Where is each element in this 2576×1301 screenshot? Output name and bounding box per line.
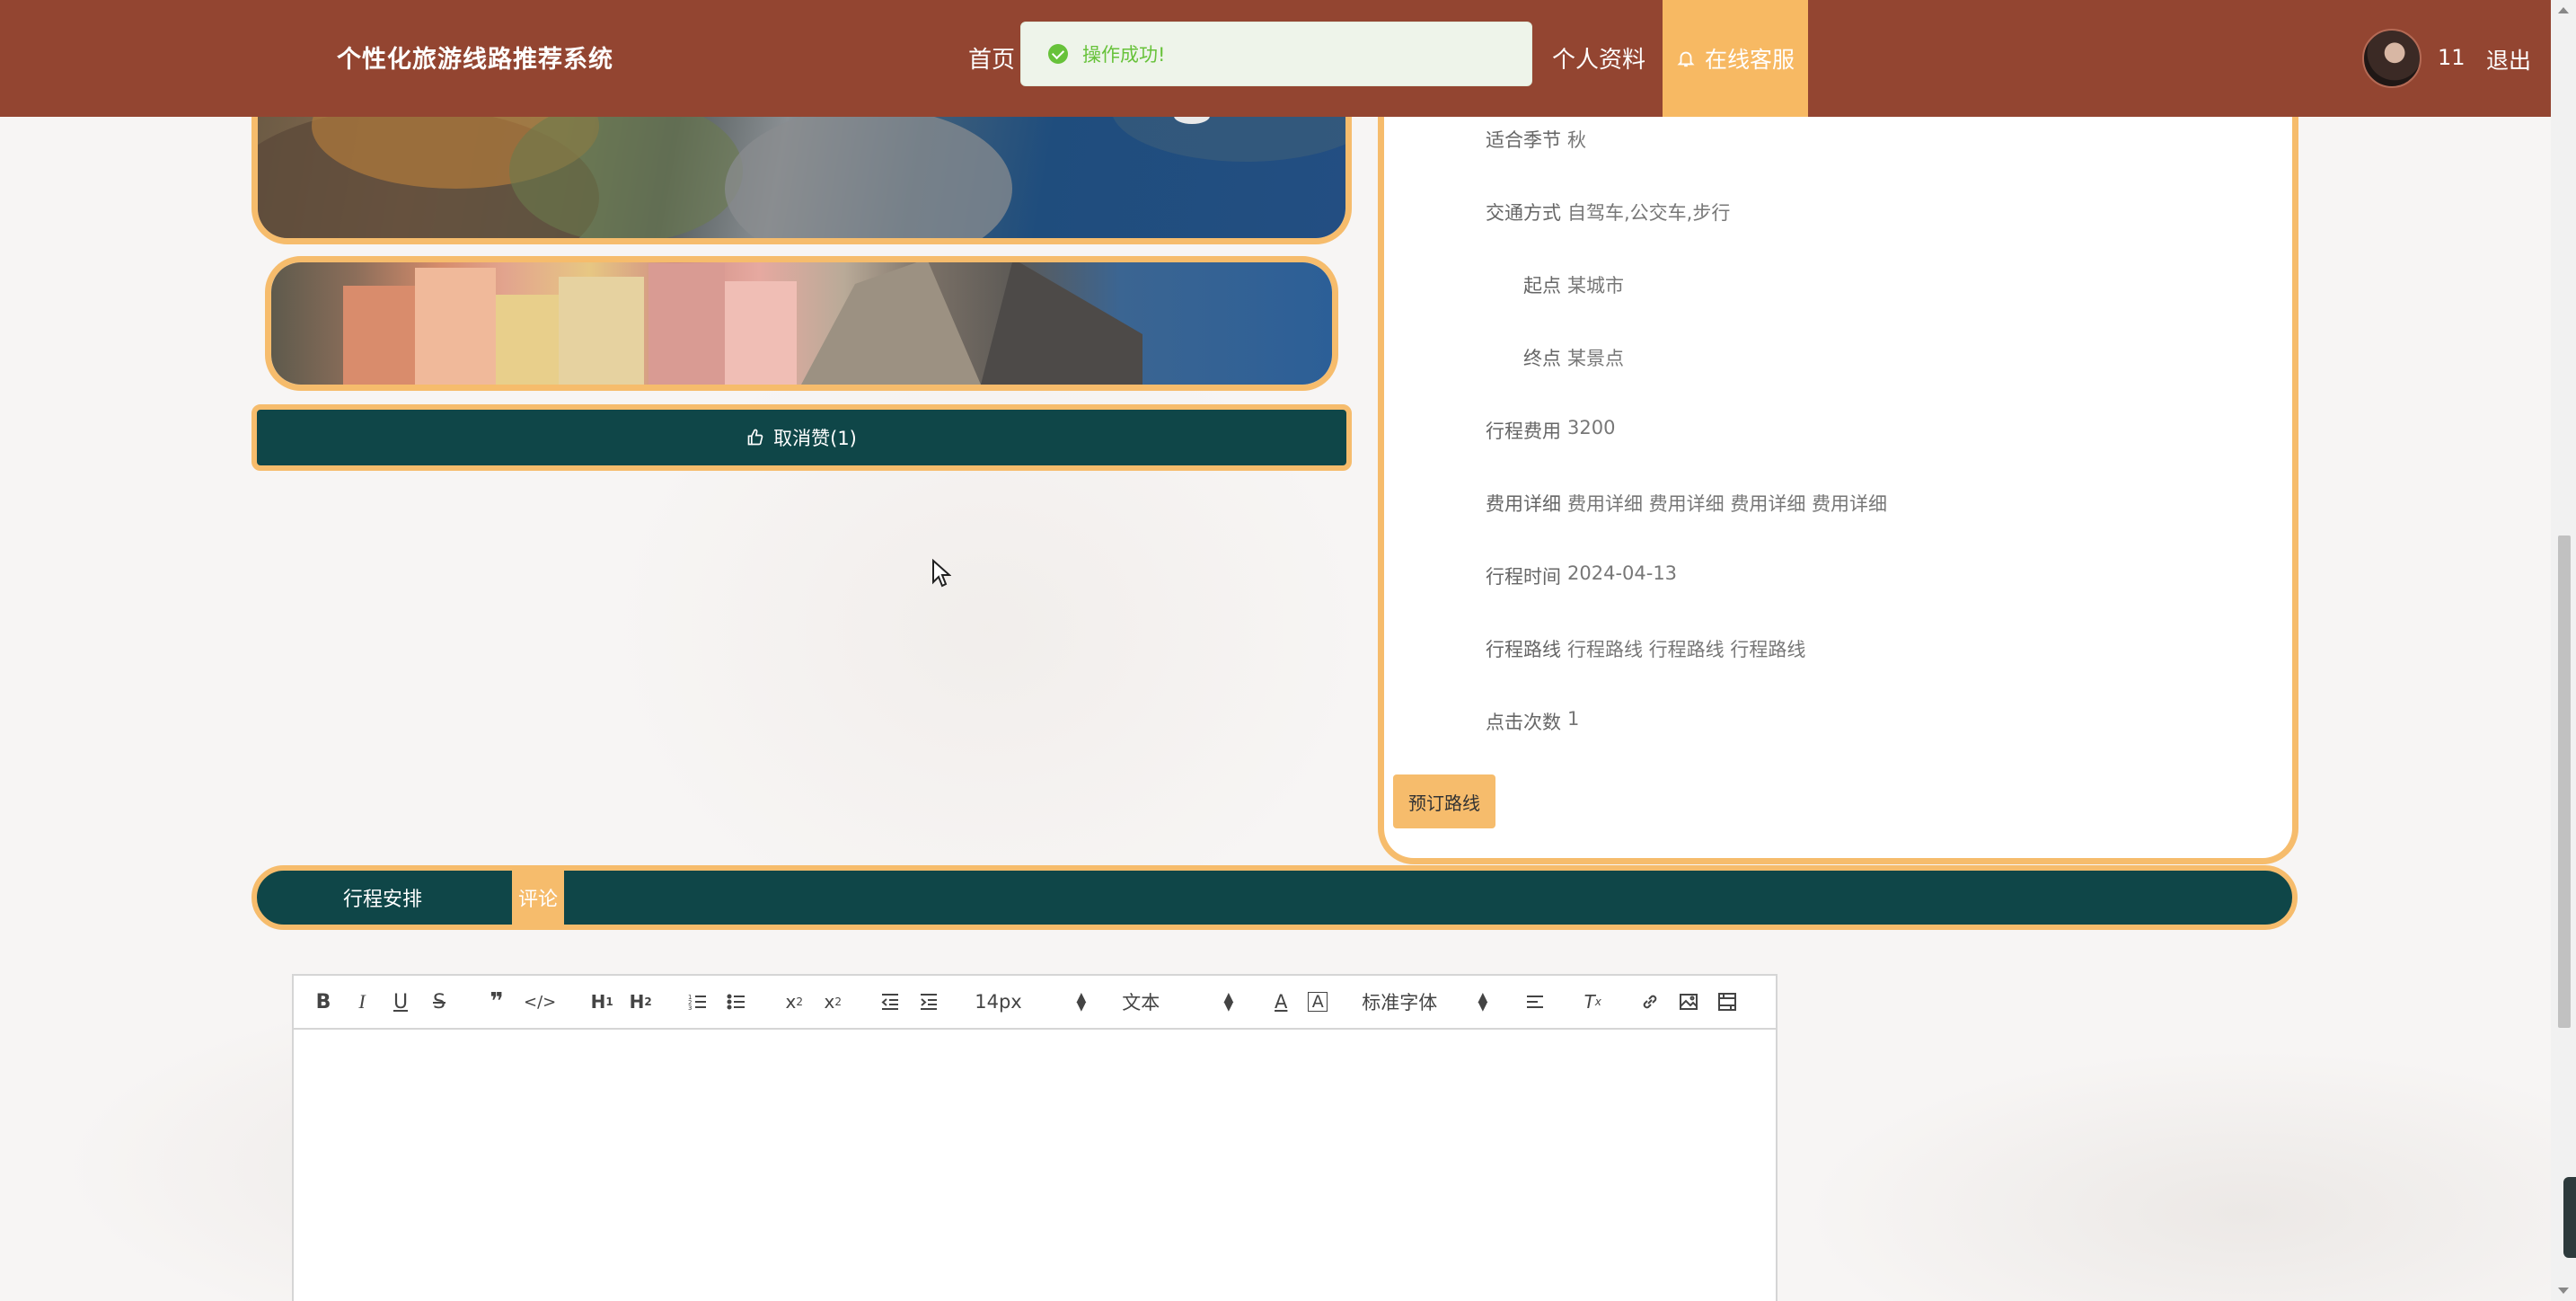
detail-row: 行程时间 2024-04-13 (1384, 562, 2292, 598)
detail-value: 费用详细 费用详细 费用详细 费用详细 (1567, 493, 1888, 515)
unlike-label: 取消赞(1) (773, 428, 857, 449)
detail-tabs: 行程安排 评论 (251, 865, 2298, 930)
tab-comment[interactable]: 评论 (512, 871, 564, 925)
outdent-icon[interactable] (878, 984, 902, 1020)
font-size-value: 14px (975, 991, 1022, 1013)
detail-label: 点击次数 (1486, 712, 1561, 733)
detail-value: 1 (1567, 708, 1580, 730)
nav-online-service[interactable]: 在线客服 (1663, 0, 1808, 117)
detail-value: 3200 (1567, 417, 1616, 438)
scroll-thumb[interactable] (2558, 535, 2571, 1028)
check-circle-icon (1048, 44, 1068, 64)
detail-label: 行程时间 (1486, 566, 1561, 588)
nav-profile[interactable]: 个人资料 (1552, 41, 1645, 75)
detail-value: 自驾车,公交车,步行 (1567, 202, 1731, 224)
detail-label: 终点 (1523, 348, 1561, 369)
detail-value: 2024-04-13 (1567, 562, 1678, 584)
avatar[interactable] (2362, 29, 2422, 88)
detail-value: 某城市 (1567, 275, 1624, 296)
route-photo-2 (265, 256, 1338, 391)
scroll-down-icon[interactable] (2558, 1288, 2569, 1294)
bell-icon (1677, 51, 1695, 67)
align-left-icon[interactable] (1523, 984, 1547, 1020)
editor-toolbar: B I U S ❞ </> H1 H2 123 x2 x2 14px ▲ ▼ 文本… (294, 976, 1776, 1030)
comment-editor: B I U S ❞ </> H1 H2 123 x2 x2 14px ▲ ▼ 文本… (292, 974, 1778, 1301)
scroll-up-icon[interactable] (2558, 7, 2569, 13)
image-icon[interactable] (1677, 984, 1700, 1020)
font-size-select[interactable]: 14px ▲ ▼ (975, 991, 1086, 1013)
strike-button[interactable]: S (428, 984, 451, 1020)
superscript-button[interactable]: x2 (821, 984, 844, 1020)
detail-value: 某景点 (1567, 348, 1624, 369)
detail-value: 行程路线 行程路线 行程路线 (1567, 639, 1806, 660)
detail-row: 适合季节 秋 (1384, 126, 2292, 162)
text-type-select[interactable]: 文本 ▲ ▼ (1122, 988, 1233, 1015)
select-arrows-icon: ▲ ▼ (1076, 990, 1087, 1013)
detail-row: 行程路线 行程路线 行程路线 行程路线 (1384, 635, 2292, 671)
nav-service-label: 在线客服 (1704, 47, 1795, 73)
bold-button[interactable]: B (312, 984, 335, 1020)
tab-itinerary[interactable]: 行程安排 (284, 871, 481, 925)
italic-button[interactable]: I (350, 984, 374, 1020)
detail-label: 起点 (1523, 275, 1561, 296)
bullet-list-icon[interactable] (725, 984, 748, 1020)
mouse-cursor-icon (932, 559, 951, 588)
detail-row: 行程费用 3200 (1384, 417, 2292, 453)
toast-message: 操作成功! (1082, 44, 1166, 66)
detail-label: 交通方式 (1486, 202, 1561, 224)
success-toast: 操作成功! (1020, 22, 1532, 86)
detail-row: 费用详细 费用详细 费用详细 费用详细 费用详细 (1384, 490, 2292, 526)
detail-label: 费用详细 (1486, 493, 1561, 515)
route-detail-card: 适合季节 秋 交通方式 自驾车,公交车,步行 起点 某城市 终点 某景点 行程费… (1378, 90, 2298, 864)
text-color-icon[interactable]: A (1269, 984, 1292, 1020)
detail-row: 交通方式 自驾车,公交车,步行 (1384, 199, 2292, 235)
svg-text:3: 3 (688, 1005, 692, 1012)
background-color-icon[interactable]: A (1308, 992, 1328, 1012)
detail-label: 适合季节 (1486, 129, 1561, 151)
clear-format-icon[interactable]: Tx (1581, 984, 1604, 1020)
user-name[interactable]: 11 (2438, 45, 2466, 70)
video-icon[interactable] (1716, 984, 1739, 1020)
site-title: 个性化旅游线路推荐系统 (337, 46, 613, 74)
detail-value: 秋 (1567, 129, 1586, 151)
link-icon[interactable] (1638, 984, 1662, 1020)
text-type-value: 文本 (1122, 992, 1160, 1013)
detail-row: 点击次数 1 (1384, 708, 2292, 744)
editor-content[interactable] (294, 1030, 1776, 1301)
underline-button[interactable]: U (389, 984, 412, 1020)
font-family-value: 标准字体 (1362, 992, 1438, 1013)
heading1-button[interactable]: H1 (590, 984, 613, 1020)
unlike-button[interactable]: 取消赞(1) (251, 404, 1352, 471)
detail-row: 终点 某景点 (1384, 344, 2292, 380)
page-scrollbar[interactable] (2551, 0, 2576, 1301)
font-family-select[interactable]: 标准字体 ▲ ▼ (1362, 988, 1487, 1015)
select-arrows-icon: ▲ ▼ (1223, 990, 1234, 1013)
detail-row: 起点 某城市 (1384, 271, 2292, 307)
thumbs-up-icon (747, 429, 763, 446)
logout-link[interactable]: 退出 (2486, 43, 2531, 75)
code-block-icon[interactable]: </> (524, 984, 556, 1020)
select-arrows-icon: ▲ ▼ (1478, 990, 1488, 1013)
indent-icon[interactable] (917, 984, 940, 1020)
subscript-button[interactable]: x2 (782, 984, 806, 1020)
heading2-button[interactable]: H2 (629, 984, 652, 1020)
ordered-list-icon[interactable]: 123 (686, 984, 710, 1020)
side-widget[interactable] (2563, 1177, 2576, 1258)
quote-icon[interactable]: ❞ (485, 984, 508, 1020)
nav-home[interactable]: 首页 (968, 41, 1015, 75)
detail-label: 行程路线 (1486, 639, 1561, 660)
book-route-button[interactable]: 预订路线 (1393, 774, 1495, 828)
detail-label: 行程费用 (1486, 420, 1561, 442)
